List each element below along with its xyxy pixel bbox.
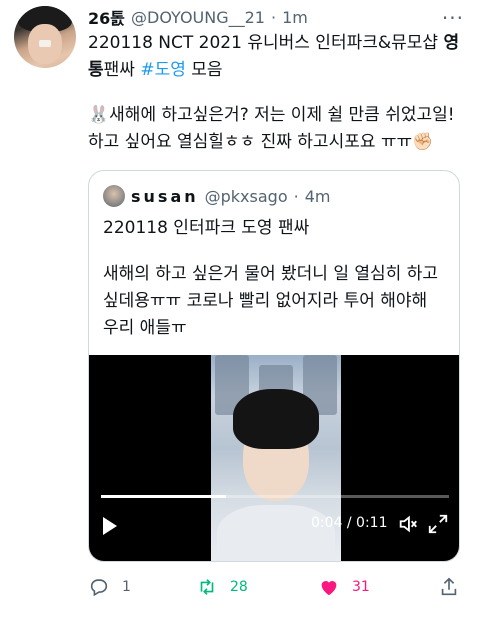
tweet-title-line1: 220118 NCT 2021 유니버스 인터파크&뮤모샵 영 — [88, 30, 464, 57]
title-text-b: 팬싸 — [103, 60, 141, 80]
person-hair — [233, 389, 319, 449]
retweet-button[interactable]: 28 — [196, 576, 248, 598]
hashtag-link[interactable]: #도영 — [140, 60, 186, 80]
share-icon — [441, 577, 457, 596]
play-icon[interactable] — [103, 517, 117, 535]
fist-emoji-icon: ✊🏻 — [412, 132, 434, 152]
author-handle[interactable]: @DOYOUNG__21 — [131, 8, 265, 27]
heart-icon — [321, 581, 337, 596]
reply-count: 1 — [122, 579, 131, 595]
quote-body-line3: 우리 애들ㅠ — [103, 318, 187, 338]
quote-body-line1: 새해의 하고 싶은거 물어 봤더니 일 열심히 하고 — [103, 264, 438, 284]
tweet-actions: 1 28 31 — [88, 576, 464, 600]
quoted-tweet[interactable]: susan @pkxsago · 4m 220118 인터파크 도영 팬싸 새해… — [88, 170, 460, 562]
quote-handle[interactable]: @pkxsago — [205, 187, 288, 206]
retweet-count: 28 — [230, 579, 248, 595]
tweet-body-line2: 하고 싶어요 열심힐ㅎㅎ 진짜 하고시포요 ㅠㅠ✊🏻 — [88, 129, 464, 156]
share-button[interactable] — [438, 576, 460, 598]
reply-button[interactable]: 1 — [88, 576, 131, 598]
title-bold-a: 영 — [443, 33, 460, 53]
tweet-title: 220118 NCT 2021 유니버스 인터파크&뮤모샵 영 통팬싸 #도영 … — [88, 30, 464, 84]
author-name[interactable]: 26톬 — [88, 5, 125, 29]
title-text-a: 220118 NCT 2021 유니버스 인터파크&뮤모샵 — [88, 33, 444, 53]
header-separator: · — [270, 7, 277, 27]
tweet-time[interactable]: 1m — [282, 8, 308, 27]
quote-body-line2: 싶데용ㅠㅠ 코로나 빨리 없어지라 투어 해야해 — [103, 291, 428, 311]
tweet-body: 🐰새해에 하고싶은거? 저는 이제 쉴 만큼 쉬었고일! 하고 싶어요 열심힐ㅎ… — [88, 102, 464, 156]
tweet-body-line1: 🐰새해에 하고싶은거? 저는 이제 쉴 만큼 쉬었고일! — [88, 102, 464, 129]
quote-avatar[interactable] — [103, 185, 125, 207]
body-text-2: 하고 싶어요 열심힐ㅎㅎ 진짜 하고시포요 ㅠㅠ — [88, 132, 413, 152]
tweet-header: 26톬 @DOYOUNG__21 · 1m — [88, 5, 440, 29]
quote-time[interactable]: 4m — [305, 187, 331, 206]
mute-icon[interactable] — [397, 513, 419, 535]
title-bold-b: 통 — [88, 60, 104, 80]
video-time: 0:04 / 0:11 — [311, 515, 388, 531]
video-player[interactable]: 0:04 / 0:11 — [89, 355, 459, 561]
author-avatar[interactable] — [14, 6, 76, 68]
avatar-bandage — [39, 40, 51, 47]
reply-icon — [90, 579, 108, 597]
quote-separator: · — [293, 186, 299, 206]
rabbit-emoji-icon: 🐰 — [88, 105, 110, 125]
quote-author-name[interactable]: susan — [131, 187, 199, 206]
video-progress-bar[interactable] — [101, 495, 449, 498]
more-options-icon[interactable]: ··· — [442, 6, 464, 30]
quote-body: 새해의 하고 싶은거 물어 봤더니 일 열심히 하고 싶데용ㅠㅠ 코로나 빨리 … — [103, 261, 447, 342]
video-progress-fill — [101, 495, 227, 498]
quote-title: 220118 인터파크 도영 팬싸 — [103, 218, 310, 238]
fullscreen-icon[interactable] — [427, 513, 449, 535]
title-text-c: 모음 — [185, 60, 223, 80]
retweet-icon — [200, 579, 214, 595]
quote-header: susan @pkxsago · 4m — [103, 185, 330, 207]
person-shirt — [217, 505, 335, 561]
tweet-title-line2: 통팬싸 #도영 모음 — [88, 57, 464, 84]
like-count: 31 — [352, 579, 370, 595]
body-text-1: 새해에 하고싶은거? 저는 이제 쉴 만큼 쉬었고일! — [109, 105, 455, 125]
like-button[interactable]: 31 — [318, 576, 370, 598]
